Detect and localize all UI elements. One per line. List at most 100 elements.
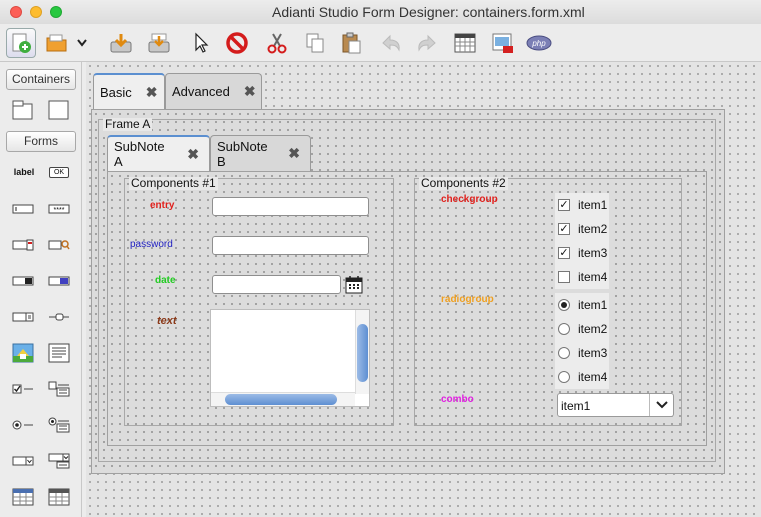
containers-section-button[interactable]: Containers: [6, 69, 76, 90]
radio-button[interactable]: [558, 371, 570, 383]
checkgroup-label: checkgroup: [441, 194, 498, 205]
tab-advanced[interactable]: Advanced ✖: [165, 73, 262, 109]
radio-button[interactable]: [558, 323, 570, 335]
panel-widget[interactable]: [46, 97, 72, 123]
forms-section-button[interactable]: Forms: [6, 131, 76, 152]
combo-widget-icon: [12, 456, 34, 466]
open-button[interactable]: [42, 28, 72, 58]
checkgroup-item[interactable]: item4: [555, 265, 609, 289]
maximize-window-icon[interactable]: [50, 6, 62, 18]
text-widget[interactable]: [46, 340, 72, 366]
checkgroup-widget[interactable]: [46, 376, 72, 402]
grid-button[interactable]: [450, 28, 480, 58]
check-widget-icon: [12, 384, 33, 394]
tab-subnote-b-label: SubNote B: [217, 138, 268, 169]
panel-icon: [48, 100, 69, 120]
radio-button[interactable]: [558, 299, 570, 311]
text-area[interactable]: [210, 309, 370, 407]
radio-button[interactable]: [558, 347, 570, 359]
spinner-widget[interactable]: [10, 268, 36, 294]
radio-widget-icon: [12, 420, 33, 430]
delete-button[interactable]: [222, 28, 252, 58]
entry-widget[interactable]: [10, 196, 36, 222]
radiogroup-label: radiogroup: [441, 294, 494, 305]
undo-button[interactable]: [376, 28, 406, 58]
checkbox[interactable]: [558, 271, 570, 283]
chevron-down-icon[interactable]: [649, 394, 673, 416]
tab-basic[interactable]: Basic ✖: [93, 73, 165, 109]
paste-button[interactable]: [336, 28, 366, 58]
date-input[interactable]: [212, 275, 341, 294]
preview-icon: [492, 33, 513, 53]
tab-subnote-a[interactable]: SubNote A ✖: [107, 135, 210, 171]
new-form-button[interactable]: [6, 28, 36, 58]
text-area-vertical-scrollbar[interactable]: [355, 310, 369, 394]
password-widget[interactable]: ****: [46, 196, 72, 222]
color-widget[interactable]: [46, 268, 72, 294]
combo-widget[interactable]: [10, 448, 36, 474]
close-icon[interactable]: ✖: [244, 83, 256, 100]
checkbox[interactable]: ✓: [558, 199, 570, 211]
date-widget[interactable]: [10, 232, 36, 258]
file-widget[interactable]: [10, 304, 36, 330]
frame-widget[interactable]: [10, 97, 36, 123]
title-bar: Adianti Studio Form Designer: containers…: [0, 0, 761, 24]
horizontal-scroll-thumb[interactable]: [225, 394, 337, 405]
window-title: Adianti Studio Form Designer: containers…: [272, 4, 585, 20]
minimize-window-icon[interactable]: [30, 6, 42, 18]
label-widget[interactable]: label: [10, 159, 38, 185]
radiogroup-item[interactable]: item3: [555, 341, 609, 365]
seek-widget[interactable]: [46, 232, 72, 258]
radiogroup-item-label: item2: [578, 322, 608, 336]
slider-widget-icon: [49, 313, 69, 321]
image-widget[interactable]: [10, 340, 36, 366]
entry-label: entry: [150, 200, 175, 211]
pointer-button[interactable]: [186, 28, 216, 58]
radiogroup-item-label: item4: [578, 370, 608, 384]
php-export-button[interactable]: php: [524, 28, 554, 58]
close-icon[interactable]: ✖: [288, 145, 300, 162]
radiogroup-widget[interactable]: [46, 412, 72, 438]
copy-button[interactable]: [300, 28, 330, 58]
calendar-icon[interactable]: [345, 276, 363, 297]
tab-subnote-b[interactable]: SubNote B ✖: [210, 135, 311, 171]
label-widget-icon: label: [13, 167, 35, 177]
table-widget[interactable]: [46, 484, 72, 510]
save-as-button[interactable]: [144, 28, 174, 58]
delete-icon: [226, 32, 248, 54]
button-widget-icon: OK: [48, 166, 70, 178]
combo-select[interactable]: item1: [557, 393, 674, 417]
checkbox[interactable]: ✓: [558, 223, 570, 235]
datagrid-widget[interactable]: [10, 484, 36, 510]
date-widget-icon: [12, 239, 34, 251]
design-canvas[interactable]: Basic ✖ Advanced ✖ Frame A SubNote A ✖ S…: [86, 62, 761, 517]
checkbox[interactable]: ✓: [558, 247, 570, 259]
multicombo-widget[interactable]: [46, 448, 72, 474]
radio-widget[interactable]: [10, 412, 36, 438]
checkgroup-item[interactable]: ✓ item2: [555, 217, 609, 241]
close-icon[interactable]: ✖: [146, 84, 158, 101]
cut-button[interactable]: [262, 28, 292, 58]
redo-button[interactable]: [412, 28, 442, 58]
check-widget[interactable]: [10, 376, 36, 402]
preview-button[interactable]: [488, 28, 518, 58]
entry-input[interactable]: [212, 197, 369, 216]
open-dropdown-button[interactable]: [74, 28, 90, 58]
radiogroup-item[interactable]: item1: [555, 293, 609, 317]
multicombo-widget-icon: [48, 453, 70, 469]
close-window-icon[interactable]: [10, 6, 22, 18]
text-area-horizontal-scrollbar[interactable]: [211, 392, 355, 406]
close-icon[interactable]: ✖: [187, 146, 199, 163]
vertical-scroll-thumb[interactable]: [357, 324, 368, 382]
radiogroup-item[interactable]: item4: [555, 365, 609, 389]
radiogroup-item-label: item1: [578, 298, 608, 312]
slider-widget[interactable]: [46, 304, 72, 330]
radiogroup-item[interactable]: item2: [555, 317, 609, 341]
checkgroup-item-label: item1: [578, 198, 608, 212]
button-widget[interactable]: OK: [46, 159, 72, 185]
checkgroup-item[interactable]: ✓ item1: [555, 193, 609, 217]
password-input[interactable]: [212, 236, 369, 255]
dropdown-arrow-icon: [77, 39, 87, 47]
save-button[interactable]: [106, 28, 136, 58]
checkgroup-item[interactable]: ✓ item3: [555, 241, 609, 265]
